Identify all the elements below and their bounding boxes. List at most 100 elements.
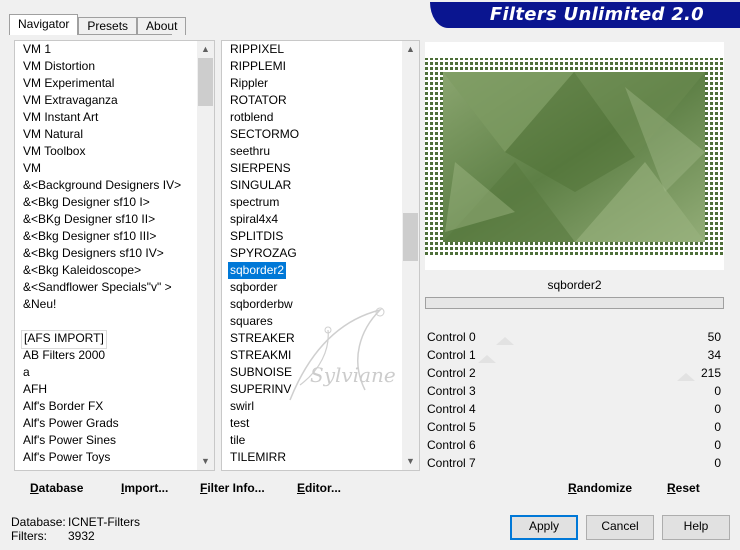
filter-item[interactable]: SPYROZAG bbox=[228, 245, 299, 262]
category-item[interactable]: &<Bkg Kaleidoscope> bbox=[21, 262, 143, 279]
slider-thumb-icon[interactable] bbox=[677, 373, 696, 381]
editor-button[interactable]: Editor... bbox=[297, 476, 341, 500]
filter-info-button[interactable]: Filter Info... bbox=[200, 476, 265, 500]
control-slider-0[interactable]: Control 0 50 bbox=[425, 328, 724, 346]
category-item[interactable]: VM bbox=[21, 160, 43, 177]
preview-panel bbox=[425, 42, 724, 270]
category-item[interactable]: Alf's Power Toys bbox=[21, 449, 112, 466]
category-item[interactable]: &<Bkg Designer sf10 I> bbox=[21, 194, 152, 211]
filter-item[interactable]: squares bbox=[228, 313, 275, 330]
category-item[interactable]: &<Bkg Designer sf10 III> bbox=[21, 228, 158, 245]
control-label: Control 1 bbox=[427, 348, 476, 362]
filter-item[interactable]: rotblend bbox=[228, 109, 275, 126]
category-item[interactable] bbox=[21, 313, 25, 330]
category-item[interactable]: a bbox=[21, 364, 32, 381]
category-item[interactable]: Alf's Power Sines bbox=[21, 432, 118, 449]
filter-item[interactable]: STREAKMI bbox=[228, 347, 293, 364]
filter-item[interactable]: seethru bbox=[228, 143, 272, 160]
randomize-button[interactable]: Randomize bbox=[568, 476, 632, 500]
category-item[interactable]: &<Background Designers IV> bbox=[21, 177, 183, 194]
apply-button[interactable]: Apply bbox=[510, 515, 578, 540]
category-item[interactable]: &<BKg Designer sf10 II> bbox=[21, 211, 157, 228]
filter-item[interactable]: SUBNOISE bbox=[228, 364, 294, 381]
filter-item[interactable]: SIERPENS bbox=[228, 160, 293, 177]
app-title: Filters Unlimited 2.0 bbox=[489, 4, 704, 25]
control-label: Control 0 bbox=[427, 330, 476, 344]
filter-item[interactable]: TILEMIRR bbox=[228, 449, 288, 466]
category-item[interactable]: VM Distortion bbox=[21, 58, 97, 75]
filter-item[interactable]: RIPPLEMI bbox=[228, 58, 288, 75]
filter-item[interactable]: tile bbox=[228, 432, 247, 449]
category-item[interactable]: &<Sandflower Specials"v" > bbox=[21, 279, 174, 296]
filter-item[interactable]: spectrum bbox=[228, 194, 281, 211]
control-slider-6[interactable]: Control 6 0 bbox=[425, 436, 724, 454]
filter-item[interactable]: RIPPIXEL bbox=[228, 41, 286, 58]
filter-item[interactable]: ROTATOR bbox=[228, 92, 289, 109]
filter-item[interactable]: SPLITDIS bbox=[228, 228, 285, 245]
filter-item[interactable]: test bbox=[228, 415, 251, 432]
control-value: 215 bbox=[700, 366, 721, 380]
control-button-strip: Randomize Reset bbox=[425, 476, 724, 500]
reset-button[interactable]: Reset bbox=[667, 476, 700, 500]
category-item[interactable]: VM 1 bbox=[21, 41, 53, 58]
scroll-down-icon[interactable]: ▼ bbox=[197, 453, 214, 470]
control-label: Control 4 bbox=[427, 402, 476, 416]
scroll-down-icon[interactable]: ▼ bbox=[402, 453, 419, 470]
category-item[interactable]: AB Filters 2000 bbox=[21, 347, 107, 364]
scroll-up-icon[interactable]: ▲ bbox=[402, 41, 419, 58]
filter-item[interactable]: sqborderbw bbox=[228, 296, 295, 313]
tab-about[interactable]: About bbox=[137, 17, 187, 35]
preview-image bbox=[425, 58, 724, 256]
filter-item[interactable]: sqborder bbox=[228, 279, 279, 296]
tab-navigator[interactable]: Navigator bbox=[9, 14, 79, 35]
filter-item[interactable]: swirl bbox=[228, 398, 256, 415]
database-button[interactable]: Database bbox=[30, 476, 83, 500]
filter-item[interactable]: SUPERINV bbox=[228, 381, 293, 398]
filter-item[interactable]: STREAKER bbox=[228, 330, 297, 347]
control-slider-3[interactable]: Control 3 0 bbox=[425, 382, 724, 400]
control-value: 34 bbox=[707, 348, 721, 362]
filter-item[interactable]: SINGULAR bbox=[228, 177, 293, 194]
filters-label: Filters: bbox=[11, 529, 47, 543]
slider-thumb-icon[interactable] bbox=[478, 355, 497, 363]
category-item[interactable]: VM Toolbox bbox=[21, 143, 87, 160]
filter-item[interactable]: SECTORMO bbox=[228, 126, 301, 143]
title-banner: Filters Unlimited 2.0 bbox=[430, 2, 740, 28]
category-item[interactable]: AFH bbox=[21, 381, 49, 398]
category-item[interactable]: VM Experimental bbox=[21, 75, 116, 92]
control-slider-7[interactable]: Control 7 0 bbox=[425, 454, 724, 472]
filter-item[interactable]: spiral4x4 bbox=[228, 211, 280, 228]
category-list[interactable]: ▲ ▼ VM 1 VM Distortion VM Experimental VM E… bbox=[14, 40, 215, 471]
category-item[interactable]: VM Instant Art bbox=[21, 109, 100, 126]
help-button[interactable]: Help bbox=[662, 515, 730, 540]
filter-item[interactable]: sqborder2 bbox=[226, 261, 288, 280]
import-button[interactable]: Import... bbox=[121, 476, 168, 500]
slider-thumb-icon[interactable] bbox=[495, 337, 514, 345]
category-scrollbar[interactable]: ▲ ▼ bbox=[197, 41, 214, 470]
scroll-thumb[interactable] bbox=[198, 58, 213, 106]
selected-filter-name: sqborder2 bbox=[425, 274, 724, 296]
category-item[interactable]: VM Natural bbox=[21, 126, 85, 143]
control-slider-5[interactable]: Control 5 0 bbox=[425, 418, 724, 436]
tab-presets[interactable]: Presets bbox=[78, 17, 138, 35]
filter-info-bar bbox=[425, 297, 724, 309]
controls-panel: Control 0 50 Control 1 34 Control 2 215 Contro… bbox=[425, 328, 724, 472]
category-item[interactable]: &<Bkg Designers sf10 IV> bbox=[21, 245, 166, 262]
category-item[interactable]: &Neu! bbox=[21, 296, 58, 313]
list-button-strip: Database Import... Filter Info... Editor… bbox=[9, 476, 417, 500]
control-slider-4[interactable]: Control 4 0 bbox=[425, 400, 724, 418]
filter-item[interactable]: Rippler bbox=[228, 75, 270, 92]
cancel-button[interactable]: Cancel bbox=[586, 515, 654, 540]
scroll-up-icon[interactable]: ▲ bbox=[197, 41, 214, 58]
filters-status: Filters: 3932 bbox=[11, 529, 95, 543]
category-item[interactable]: Alf's Power Grads bbox=[21, 415, 121, 432]
filter-list[interactable]: ▲ ▼ RIPPIXEL RIPPLEMI Rippler ROTATOR rotble… bbox=[221, 40, 420, 471]
control-slider-1[interactable]: Control 1 34 bbox=[425, 346, 724, 364]
control-slider-2[interactable]: Control 2 215 bbox=[425, 364, 724, 382]
category-item[interactable]: VM Extravaganza bbox=[21, 92, 120, 109]
control-label: Control 6 bbox=[427, 438, 476, 452]
scroll-thumb[interactable] bbox=[403, 213, 418, 261]
filter-scrollbar[interactable]: ▲ ▼ bbox=[402, 41, 419, 470]
category-item[interactable]: Alf's Border FX bbox=[21, 398, 105, 415]
control-value: 0 bbox=[714, 456, 721, 470]
